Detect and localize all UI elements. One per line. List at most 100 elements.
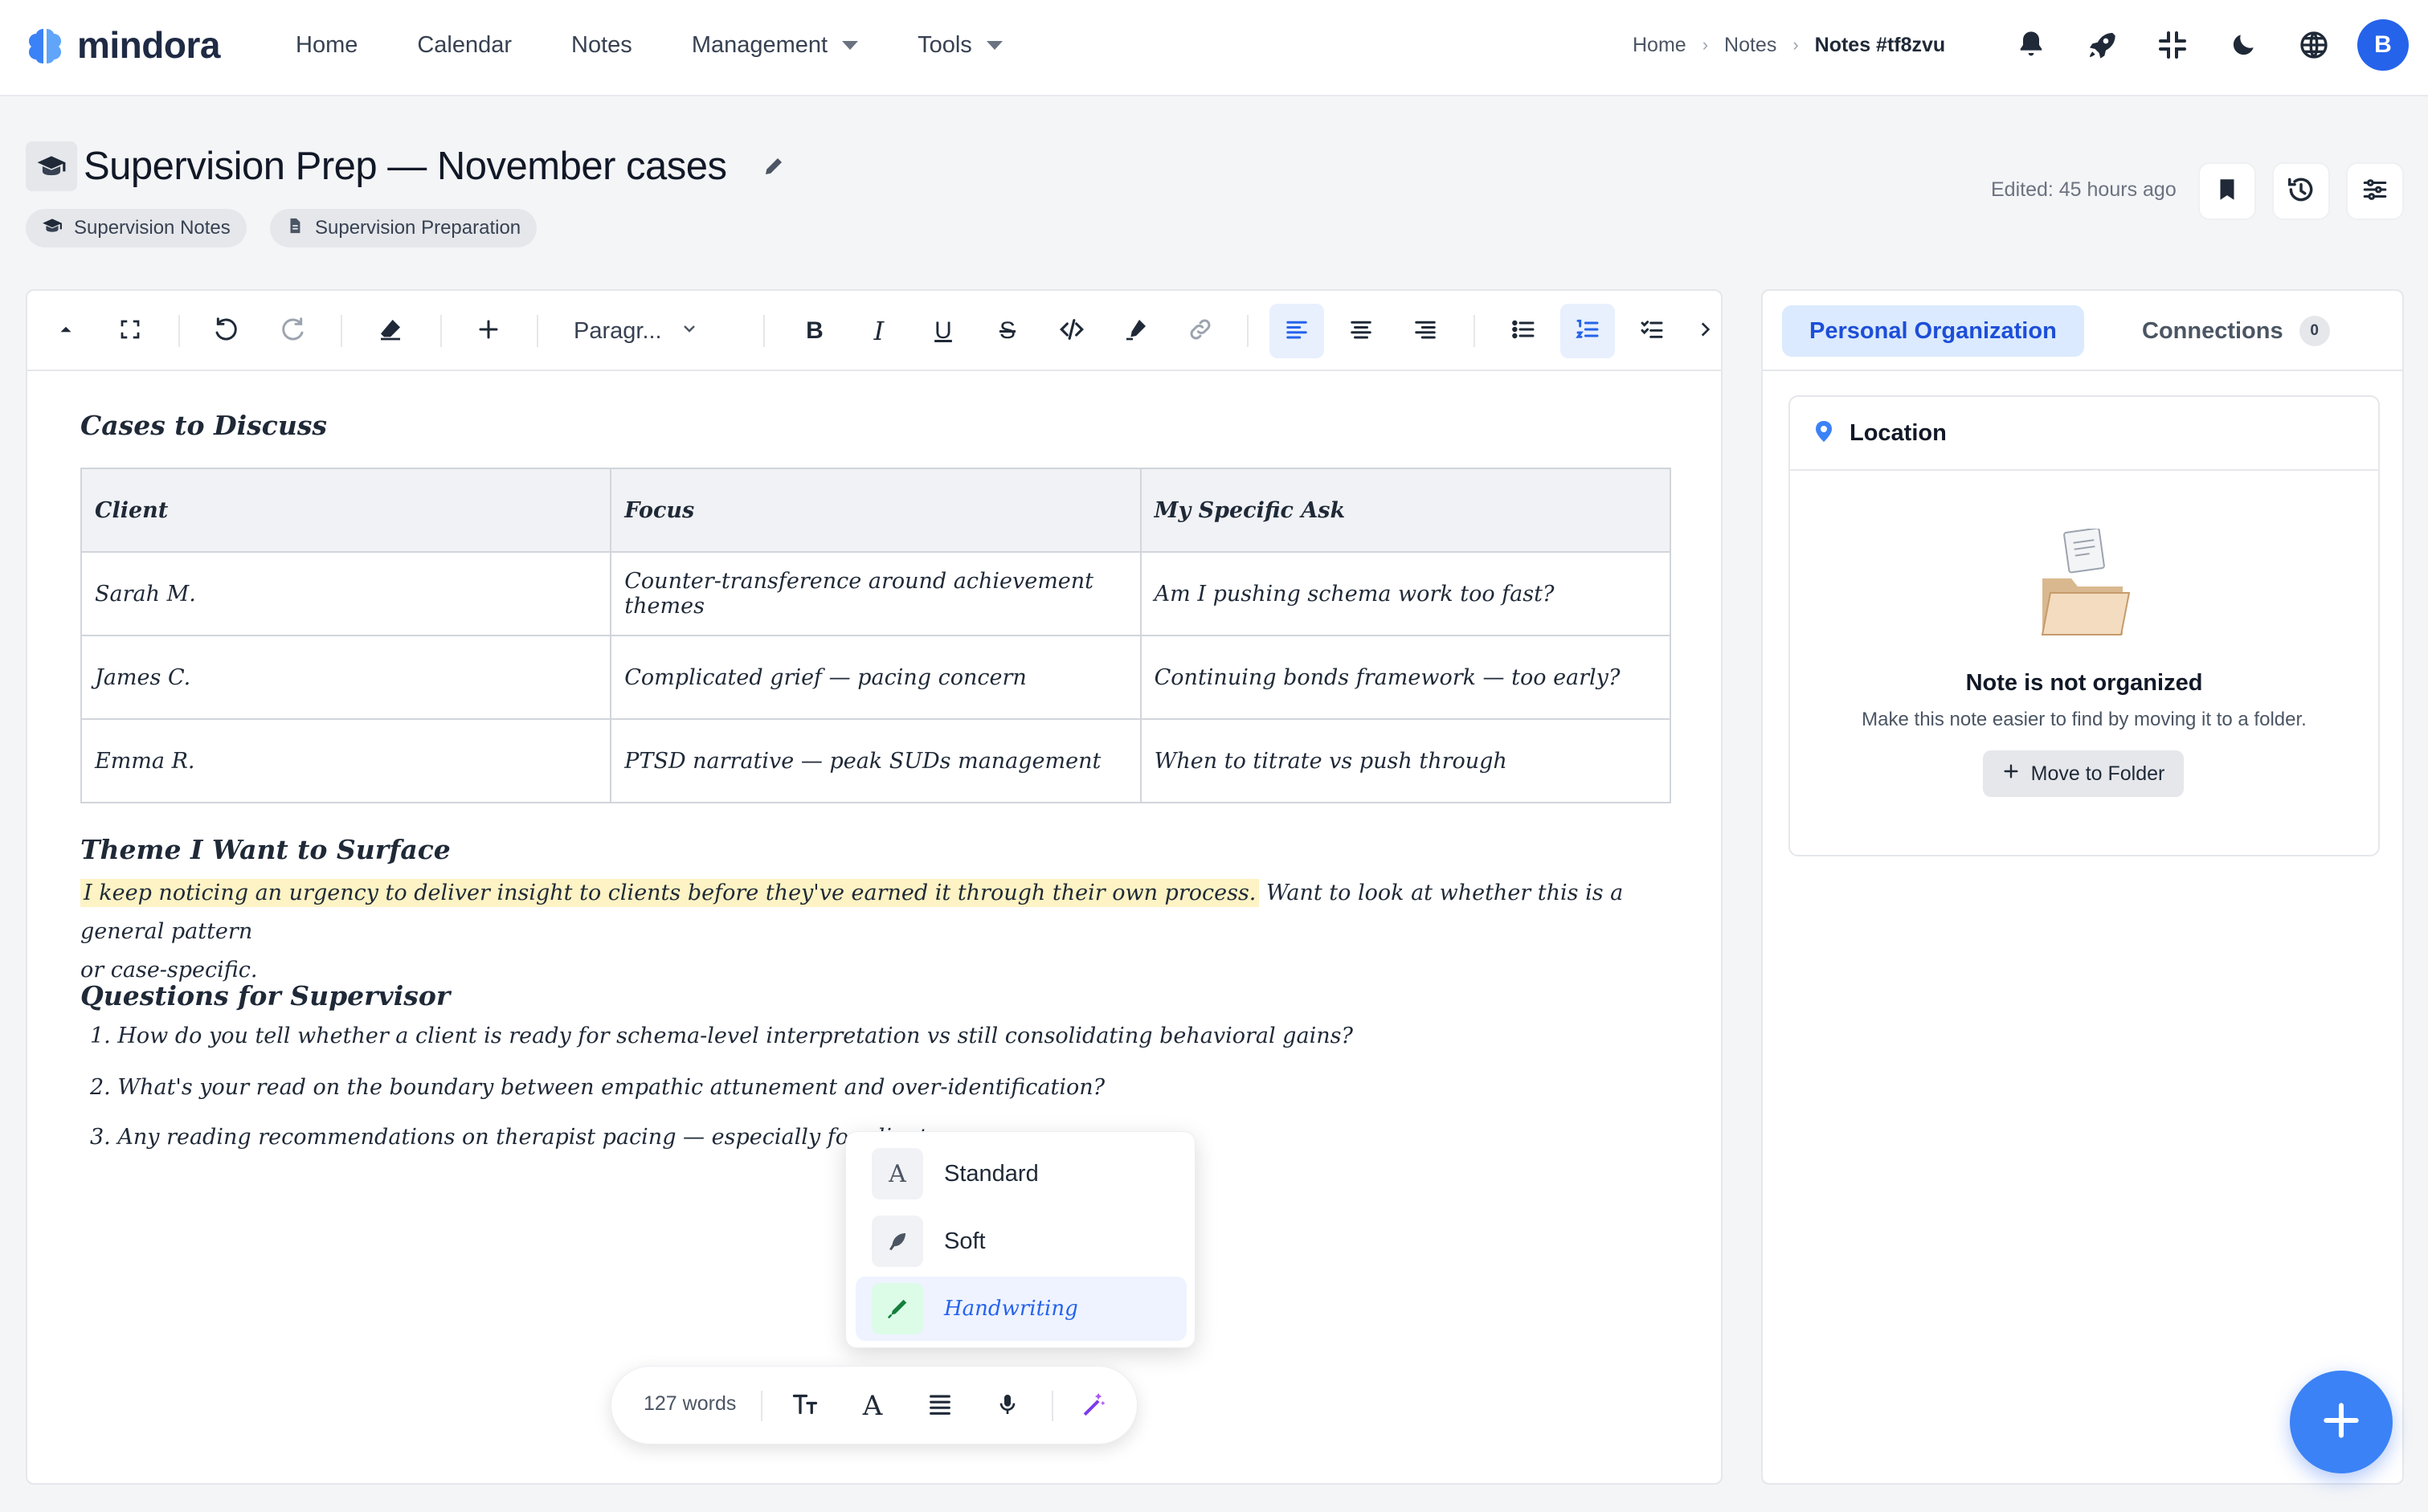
code-button[interactable] <box>1044 304 1099 358</box>
nav-home[interactable]: Home <box>296 32 358 59</box>
bullet-list-button[interactable] <box>1496 304 1551 358</box>
nav-calendar-label: Calendar <box>417 31 513 58</box>
dictation-button[interactable] <box>983 1381 1032 1431</box>
tab-label: Personal Organization <box>1809 317 2057 344</box>
bold-button[interactable]: B <box>787 304 842 358</box>
plus-icon <box>476 317 501 345</box>
ordered-list-button[interactable] <box>1560 304 1615 358</box>
font-option-handwriting[interactable]: Handwriting <box>856 1277 1187 1341</box>
nav-calendar[interactable]: Calendar <box>417 32 512 59</box>
underline-icon: U <box>934 317 952 344</box>
align-center-button[interactable] <box>1334 304 1388 358</box>
caret-up-icon <box>55 319 76 344</box>
align-left-button[interactable] <box>1269 304 1324 358</box>
toolbar-divider <box>1474 315 1475 347</box>
document-icon <box>286 217 304 240</box>
table-cell[interactable]: Sarah M. <box>80 551 612 636</box>
collapse-toolbar-button[interactable] <box>39 304 93 358</box>
strikethrough-button[interactable]: S <box>980 304 1035 358</box>
font-option-standard[interactable]: A Standard <box>856 1142 1187 1206</box>
location-header: Location <box>1790 397 2378 471</box>
table-cell[interactable]: Counter-transference around achievement … <box>610 551 1142 636</box>
table-header-cell[interactable]: Client <box>80 468 612 553</box>
strikethrough-icon: S <box>999 317 1016 344</box>
breadcrumb-home[interactable]: Home <box>1633 34 1686 57</box>
page-title[interactable]: Supervision Prep — November cases <box>84 141 727 191</box>
nav-management-dropdown[interactable]: Management <box>691 31 859 59</box>
history-button[interactable] <box>2272 162 2330 220</box>
tag-supervision-notes[interactable]: Supervision Notes <box>26 209 247 247</box>
table-header-cell[interactable]: Focus <box>610 468 1142 553</box>
add-fab-button[interactable] <box>2290 1371 2393 1473</box>
tab-label: Connections <box>2142 317 2283 344</box>
text-size-button[interactable] <box>780 1381 830 1431</box>
toolbar-more-button[interactable] <box>1689 304 1721 358</box>
editor-toolbar: Paragr... B I U S <box>27 291 1721 371</box>
checklist-button[interactable] <box>1625 304 1679 358</box>
undo-button[interactable] <box>199 304 254 358</box>
bell-icon[interactable] <box>2004 18 2058 72</box>
checklist-icon <box>1639 317 1665 346</box>
globe-icon[interactable] <box>2287 18 2341 72</box>
underline-button[interactable]: U <box>916 304 971 358</box>
moon-icon[interactable] <box>2216 18 2271 72</box>
brand-logo[interactable]: mindora <box>24 21 220 69</box>
toolbar-divider <box>1247 315 1249 347</box>
pencil-icon[interactable] <box>762 154 786 182</box>
empty-folder-illustration <box>2039 527 2132 642</box>
link-button[interactable] <box>1173 304 1228 358</box>
undo-icon <box>214 317 239 346</box>
font-style-button[interactable]: A <box>848 1381 897 1431</box>
avatar[interactable]: B <box>2357 19 2409 71</box>
align-right-button[interactable] <box>1398 304 1453 358</box>
table-cell[interactable]: Complicated grief — pacing concern <box>610 635 1142 720</box>
move-to-folder-button[interactable]: Move to Folder <box>1983 750 2184 797</box>
tag-label: Supervision Notes <box>74 217 231 239</box>
insert-button[interactable] <box>461 304 516 358</box>
tab-personal-organization[interactable]: Personal Organization <box>1782 305 2084 357</box>
breadcrumb-notes[interactable]: Notes <box>1724 34 1776 57</box>
bookmark-icon <box>2213 176 2241 207</box>
align-center-icon <box>1349 317 1373 345</box>
table-cell[interactable]: James C. <box>80 635 612 720</box>
clear-format-button[interactable] <box>363 304 418 358</box>
settings-button[interactable] <box>2346 162 2404 220</box>
nav-notes-label: Notes <box>571 31 632 58</box>
ordered-list-icon <box>1575 317 1600 346</box>
chevron-right-icon: › <box>1702 35 1709 55</box>
nav-tools-dropdown[interactable]: Tools <box>918 32 1003 59</box>
table-cell[interactable]: Continuing bonds framework — too early? <box>1139 635 1672 720</box>
table-cell[interactable]: When to titrate vs push through <box>1139 718 1672 803</box>
highlight-button[interactable] <box>1109 304 1163 358</box>
line-spacing-button[interactable] <box>915 1381 965 1431</box>
side-panel: Personal Organization Connections 0 Loca… <box>1761 289 2404 1485</box>
highlighted-text: I keep noticing an urgency to deliver in… <box>80 879 1260 907</box>
toolbar-divider <box>763 315 765 347</box>
nav-management-label: Management <box>691 31 828 58</box>
italic-button[interactable]: I <box>852 304 906 358</box>
list-number: 2. <box>90 1075 118 1100</box>
rocket-icon[interactable] <box>2074 18 2129 72</box>
nav-notes[interactable]: Notes <box>571 32 632 59</box>
redo-button[interactable] <box>265 304 320 358</box>
font-option-soft[interactable]: Soft <box>856 1209 1187 1273</box>
table-header-row: Client Focus My Specific Ask <box>80 468 1672 553</box>
collapse-icon[interactable] <box>2145 18 2200 72</box>
map-pin-icon <box>1814 420 1833 447</box>
bookmark-button[interactable] <box>2198 162 2256 220</box>
table-row: James C. Complicated grief — pacing conc… <box>80 635 1672 720</box>
ai-magic-button[interactable] <box>1068 1381 1118 1431</box>
tab-connections[interactable]: Connections 0 <box>2115 305 2357 357</box>
table-header-cell[interactable]: My Specific Ask <box>1139 468 1672 553</box>
top-navbar: mindora Home Calendar Notes Management T… <box>0 0 2428 96</box>
tag-supervision-preparation[interactable]: Supervision Preparation <box>270 209 538 247</box>
fullscreen-button[interactable] <box>103 304 157 358</box>
cases-table: Client Focus My Specific Ask Sarah M. Co… <box>80 468 1672 803</box>
font-style-menu: A Standard Soft Handwriting <box>845 1131 1196 1348</box>
graduation-cap-icon[interactable] <box>26 141 77 191</box>
caret-down-icon <box>986 40 1003 50</box>
block-type-select[interactable]: Paragr... <box>574 304 699 358</box>
table-cell[interactable]: Emma R. <box>80 718 612 803</box>
table-cell[interactable]: PTSD narrative — peak SUDs management <box>610 718 1142 803</box>
table-cell[interactable]: Am I pushing schema work too fast? <box>1139 551 1672 636</box>
